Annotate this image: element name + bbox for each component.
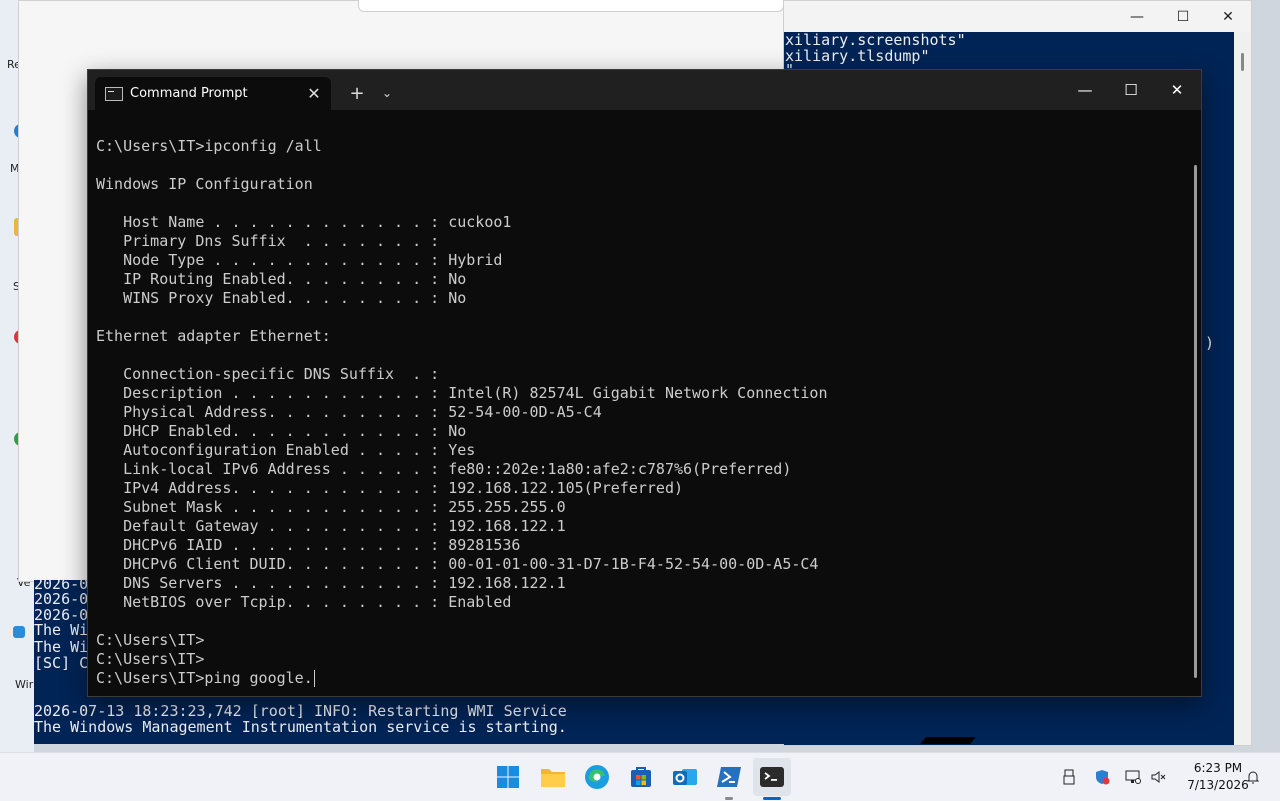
scrollbar[interactable] bbox=[1234, 32, 1251, 745]
console-line: Node Type . . . . . . . . . . . . : Hybr… bbox=[96, 251, 503, 269]
notification-icon[interactable] bbox=[1244, 768, 1262, 786]
console-line: 2026-0 bbox=[34, 590, 89, 608]
security-icon[interactable] bbox=[1093, 768, 1111, 786]
minimize-button[interactable]: — bbox=[1062, 70, 1108, 110]
windows-logo-icon[interactable] bbox=[492, 761, 524, 793]
console-line: The Wi bbox=[34, 621, 89, 639]
powershell-titlebar[interactable]: — ☐ ✕ bbox=[784, 1, 1251, 32]
console-line: DHCPv6 IAID . . . . . . . . . . . : 8928… bbox=[96, 536, 521, 554]
console-line: Autoconfiguration Enabled . . . . : Yes bbox=[96, 441, 476, 459]
console-line: C:\Users\IT> bbox=[96, 631, 205, 649]
scrollbar-thumb[interactable] bbox=[1194, 165, 1197, 678]
console-line: Description . . . . . . . . . . . : Inte… bbox=[96, 384, 828, 402]
console-line: 2026-07-13 18:23:23,742 [root] INFO: Res… bbox=[34, 702, 567, 720]
console-line: Host Name . . . . . . . . . . . . : cuck… bbox=[96, 213, 512, 231]
taskbar: 6:23 PM 7/13/2026 bbox=[0, 752, 1280, 801]
console-line: DNS Servers . . . . . . . . . . . : 192.… bbox=[96, 574, 566, 592]
folder-icon[interactable] bbox=[537, 761, 569, 793]
store-icon[interactable] bbox=[625, 761, 657, 793]
close-button[interactable]: ✕ bbox=[1154, 70, 1200, 110]
new-tab-button[interactable]: + bbox=[346, 82, 368, 104]
usb-icon[interactable] bbox=[1060, 768, 1078, 786]
shortcut-icon[interactable] bbox=[13, 626, 25, 638]
console-line: Subnet Mask . . . . . . . . . . . : 255.… bbox=[96, 498, 566, 516]
console-line: WINS Proxy Enabled. . . . . . . . : No bbox=[96, 289, 467, 307]
close-icon[interactable]: ✕ bbox=[1205, 1, 1251, 32]
outlook-icon[interactable] bbox=[669, 761, 701, 793]
powershell-icon[interactable] bbox=[713, 761, 745, 793]
cmd-console[interactable]: C:\Users\IT>ipconfig /all Windows IP Conf… bbox=[88, 110, 1201, 696]
console-line: C:\Users\IT> bbox=[96, 650, 205, 668]
console-line: Ethernet adapter Ethernet: bbox=[96, 327, 331, 345]
maximize-icon[interactable]: ☐ bbox=[1160, 1, 1206, 32]
tab-title: Command Prompt bbox=[130, 86, 248, 101]
edge-icon[interactable] bbox=[581, 761, 613, 793]
console-line: NetBIOS over Tcpip. . . . . . . . : Enab… bbox=[96, 593, 512, 611]
console-line: Physical Address. . . . . . . . . : 52-5… bbox=[96, 403, 602, 421]
terminal-icon[interactable] bbox=[753, 758, 791, 796]
minimize-icon[interactable]: — bbox=[1114, 1, 1160, 32]
chevron-down-icon[interactable]: ⌄ bbox=[376, 82, 398, 104]
console-line: C:\Users\IT>ipconfig /all bbox=[96, 137, 322, 155]
clock-time[interactable]: 6:23 PM bbox=[1192, 761, 1244, 775]
console-line: The Windows Management Instrumentation s… bbox=[34, 718, 567, 736]
text-cursor bbox=[313, 670, 315, 687]
background-window-tab[interactable] bbox=[358, 0, 784, 12]
command-prompt-window[interactable]: Command Prompt ✕ + ⌄ — ☐ ✕ C:\Users\IT>i… bbox=[87, 69, 1202, 697]
tab-command-prompt[interactable]: Command Prompt ✕ bbox=[95, 77, 331, 110]
console-line: Windows IP Configuration bbox=[96, 175, 313, 193]
scrollbar-thumb[interactable] bbox=[1241, 53, 1244, 71]
service-console-right bbox=[783, 695, 1233, 744]
console-line: DHCPv6 Client DUID. . . . . . . . : 00-0… bbox=[96, 555, 819, 573]
desktop-icon-label: Wir bbox=[15, 678, 34, 691]
console-line: xiliary.screenshots" bbox=[785, 31, 966, 49]
console-line: xiliary.tlsdump" bbox=[785, 47, 930, 65]
console-line: Default Gateway . . . . . . . . . : 192.… bbox=[96, 517, 566, 535]
console-line: Link-local IPv6 Address . . . . . : fe80… bbox=[96, 460, 792, 478]
console-line: The Wi bbox=[34, 638, 89, 656]
volume-muted-icon[interactable] bbox=[1149, 768, 1167, 786]
network-icon[interactable] bbox=[1124, 768, 1142, 786]
tab-close-icon[interactable]: ✕ bbox=[303, 82, 325, 104]
console-line: C:\Users\IT>ping google. bbox=[96, 669, 313, 687]
console-line: DHCP Enabled. . . . . . . . . . . : No bbox=[96, 422, 467, 440]
console-line: IPv4 Address. . . . . . . . . . . : 192.… bbox=[96, 479, 683, 497]
console-line: Primary Dns Suffix . . . . . . . : bbox=[96, 232, 440, 250]
cmd-titlebar[interactable]: Command Prompt ✕ + ⌄ — ☐ ✕ bbox=[88, 70, 1201, 110]
console-line: Connection-specific DNS Suffix . : bbox=[96, 365, 440, 383]
cmd-icon bbox=[105, 87, 123, 101]
maximize-button[interactable]: ☐ bbox=[1108, 70, 1154, 110]
console-line: IP Routing Enabled. . . . . . . . : No bbox=[96, 270, 467, 288]
